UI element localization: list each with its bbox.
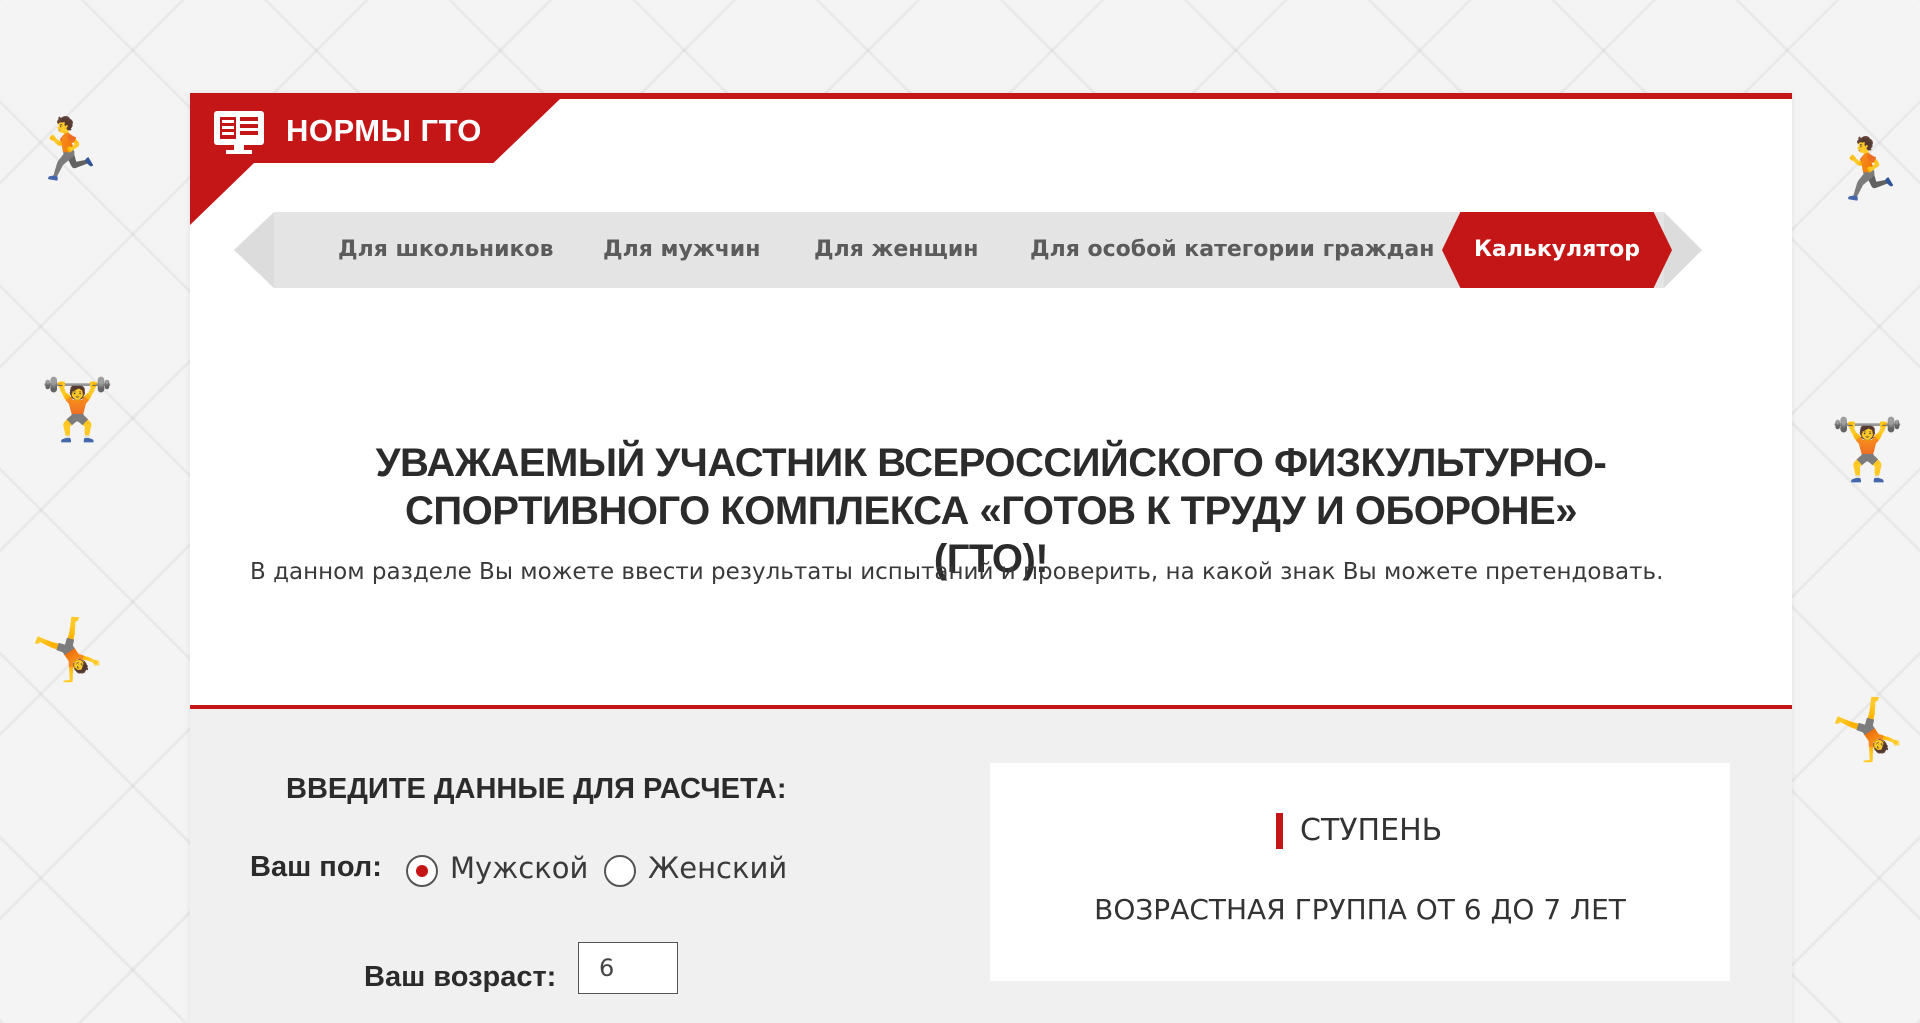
intro-text: В данном разделе Вы можете ввести резуль… xyxy=(250,559,1664,585)
background-pattern: 🏋 xyxy=(1830,415,1905,485)
result-age-group: ВОЗРАСТНАЯ ГРУППА ОТ 6 ДО 7 ЛЕТ xyxy=(1094,893,1626,926)
nav-arrow-left-icon[interactable] xyxy=(234,212,274,288)
calculator-title: ВВЕДИТЕ ДАННЫЕ ДЛЯ РАСЧЕТА: xyxy=(286,773,787,805)
nav-item-special-category[interactable]: Для особой категории граждан xyxy=(1030,212,1434,288)
background-pattern: 🤸 xyxy=(1830,695,1905,765)
gender-male-label[interactable]: Мужской xyxy=(450,851,588,885)
background-pattern: 🤸 xyxy=(30,615,105,685)
newspaper-icon xyxy=(214,111,264,154)
nav-item-calculator[interactable]: Калькулятор xyxy=(1442,212,1672,288)
gender-male-radio[interactable] xyxy=(406,855,438,887)
nav-item-schoolchildren[interactable]: Для школьников xyxy=(338,212,554,288)
page-title: НОРМЫ ГТО xyxy=(286,113,482,148)
nav-item-women[interactable]: Для женщин xyxy=(814,212,978,288)
gender-label: Ваш пол: xyxy=(250,851,382,883)
result-step-label: СТУПЕНЬ xyxy=(1300,813,1443,848)
calculator-section: ВВЕДИТЕ ДАННЫЕ ДЛЯ РАСЧЕТА: Ваш пол: Муж… xyxy=(190,705,1792,1023)
section-nav: Для школьников Для мужчин Для женщин Для… xyxy=(234,212,1734,288)
content-card: НОРМЫ ГТО Для школьников Для мужчин Для … xyxy=(190,93,1792,1023)
background-pattern: 🏃 xyxy=(1830,135,1905,205)
result-marker xyxy=(1276,813,1283,849)
nav-item-men[interactable]: Для мужчин xyxy=(603,212,760,288)
result-panel: СТУПЕНЬ ВОЗРАСТНАЯ ГРУППА ОТ 6 ДО 7 ЛЕТ xyxy=(990,763,1730,981)
gender-female-label[interactable]: Женский xyxy=(648,851,787,885)
gender-female-radio[interactable] xyxy=(604,855,636,887)
age-input[interactable] xyxy=(578,942,678,994)
background-pattern: 🏃 xyxy=(30,115,105,185)
background-pattern: 🏋 xyxy=(40,375,115,445)
age-label: Ваш возраст: xyxy=(364,961,557,993)
